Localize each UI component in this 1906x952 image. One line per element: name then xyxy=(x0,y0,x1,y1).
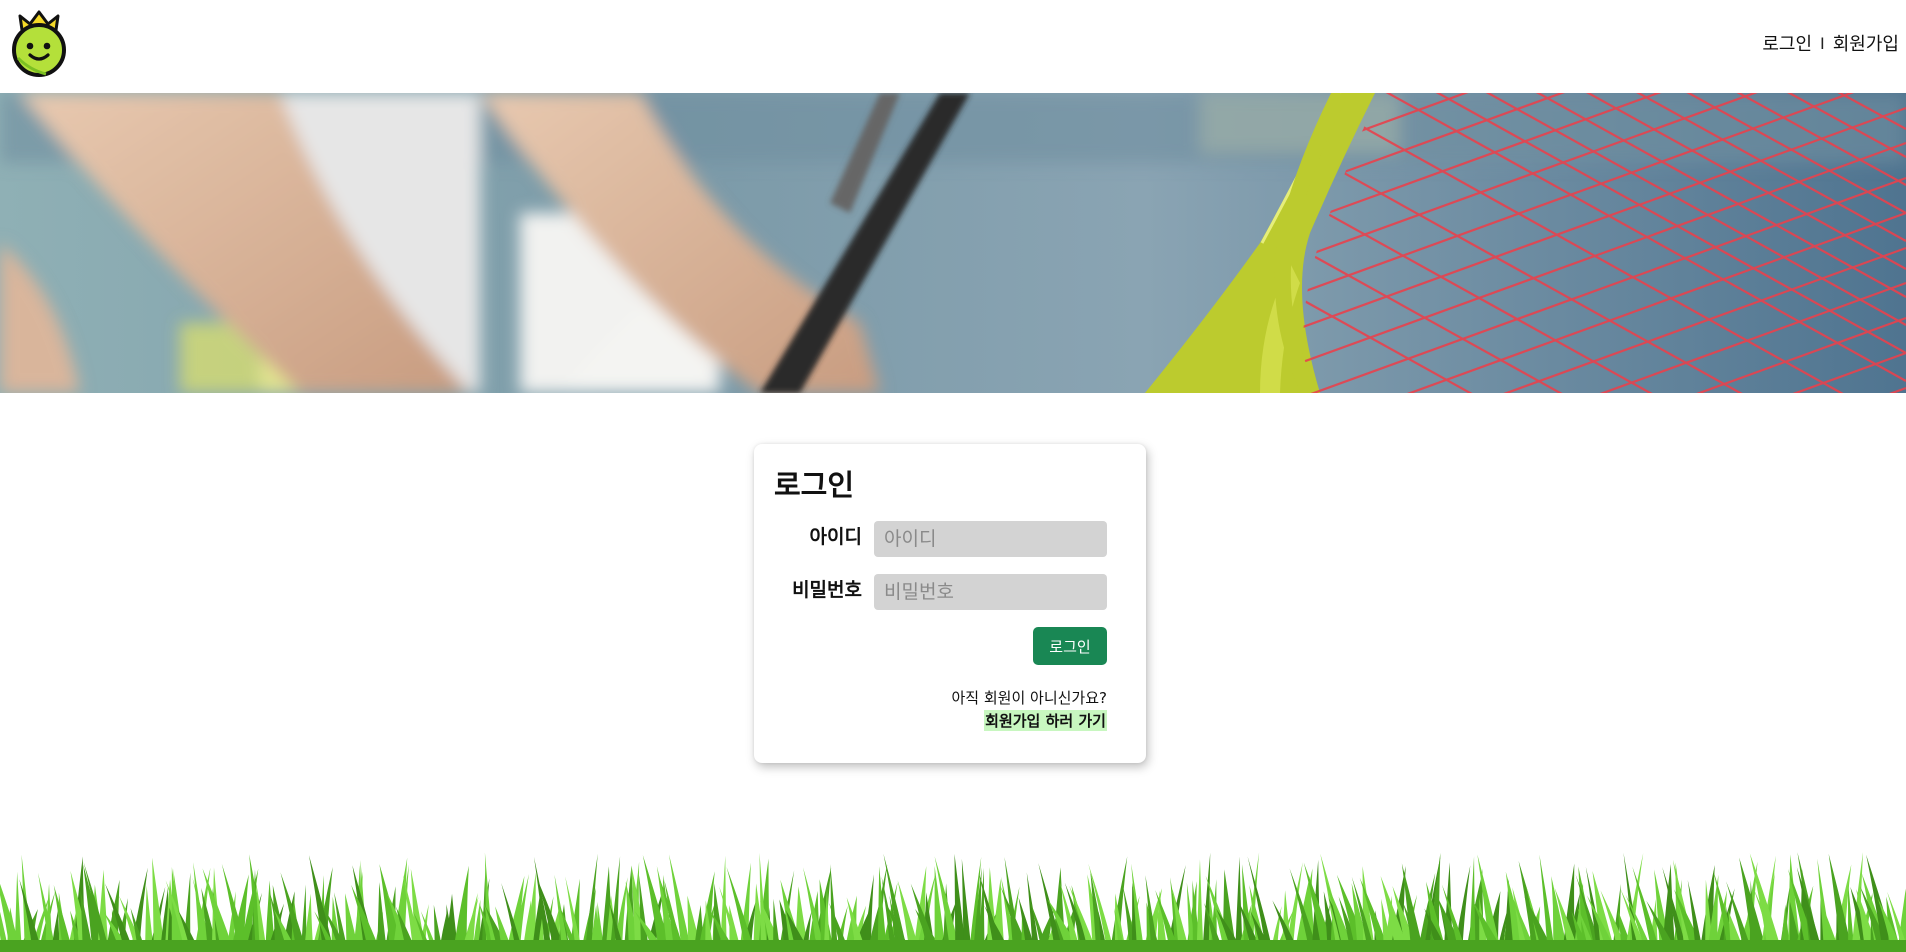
signup-link-button[interactable]: 회원가입 하러 가기 xyxy=(984,710,1107,731)
password-label: 비밀번호 xyxy=(792,579,862,601)
password-input[interactable] xyxy=(874,574,1107,610)
site-header: 로그인 I 회원가입 xyxy=(0,0,1906,93)
grass-decoration xyxy=(0,852,1906,952)
signup-prompt: 아직 회원이 아니신가요? xyxy=(951,689,1108,707)
banner-image xyxy=(0,93,1906,393)
nav-separator: I xyxy=(1820,33,1825,53)
login-link[interactable]: 로그인 xyxy=(1762,30,1812,56)
logo-icon[interactable] xyxy=(10,8,68,78)
login-title: 로그인 xyxy=(774,468,855,502)
id-input[interactable] xyxy=(874,521,1107,557)
id-label: 아이디 xyxy=(809,526,862,548)
login-button[interactable]: 로그인 xyxy=(1033,627,1107,665)
top-nav: 로그인 I 회원가입 xyxy=(1762,30,1899,56)
login-card: 로그인 아이디 비밀번호 로그인 아직 회원이 아니신가요? 회원가입 하러 가… xyxy=(754,444,1146,763)
signup-link[interactable]: 회원가입 xyxy=(1833,30,1899,56)
